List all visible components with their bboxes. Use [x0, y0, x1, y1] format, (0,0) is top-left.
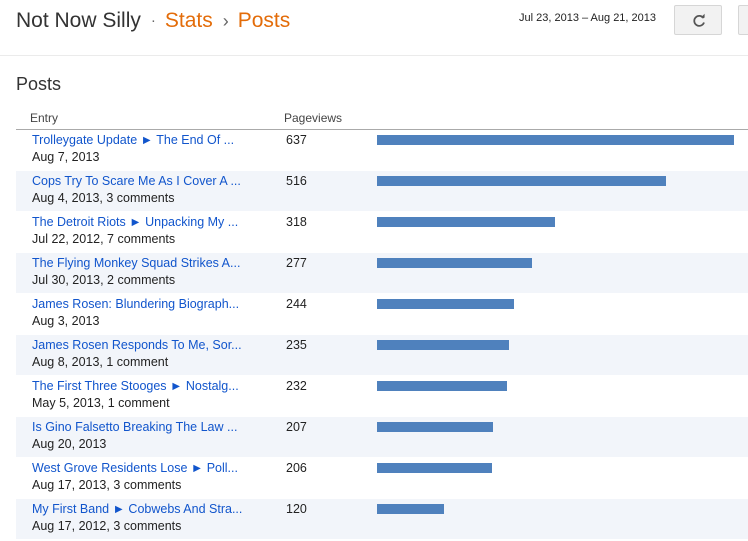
blog-name[interactable]: Not Now Silly [16, 9, 141, 32]
post-title-link[interactable]: My First Band ► Cobwebs And Stra... [32, 502, 257, 516]
table-row: The Flying Monkey Squad Strikes A... Jul … [16, 253, 748, 294]
pageview-count: 207 [286, 420, 307, 434]
post-meta: Aug 3, 2013 [32, 314, 100, 328]
breadcrumb-separator: › [222, 11, 229, 31]
pageview-bar [377, 422, 493, 432]
table-row: Cops Try To Scare Me As I Cover A ... Aug… [16, 171, 748, 212]
post-title-link[interactable]: Cops Try To Scare Me As I Cover A ... [32, 174, 257, 188]
post-meta: Aug 17, 2013, 3 comments [32, 478, 182, 492]
table-row: Trolleygate Update ► The End Of ... Aug 7… [16, 130, 748, 171]
pageview-count: 232 [286, 379, 307, 393]
post-title-link[interactable]: The Flying Monkey Squad Strikes A... [32, 256, 257, 270]
post-meta: Aug 17, 2012, 3 comments [32, 519, 182, 533]
table-header: Entry Pageviews [16, 107, 748, 130]
breadcrumb-dot: · [150, 12, 156, 29]
pageview-count: 235 [286, 338, 307, 352]
refresh-button[interactable] [674, 5, 722, 35]
breadcrumb-posts: Posts [237, 9, 291, 32]
column-header-pageviews: Pageviews [284, 111, 343, 125]
pageview-bar [377, 340, 509, 350]
table-row: The Detroit Riots ► Unpacking My ... Jul … [16, 212, 748, 253]
pageview-count: 637 [286, 133, 307, 147]
pageview-bar [377, 299, 514, 309]
pageview-count: 120 [286, 502, 307, 516]
table-row: My First Band ► Cobwebs And Stra... Aug 1… [16, 499, 748, 540]
post-title-link[interactable]: The First Three Stooges ► Nostalg... [32, 379, 257, 393]
posts-table: Entry Pageviews Trolleygate Update ► The… [16, 107, 748, 540]
pageview-count: 318 [286, 215, 307, 229]
table-row: James Rosen Responds To Me, Sor... Aug 8,… [16, 335, 748, 376]
post-meta: Aug 8, 2013, 1 comment [32, 355, 169, 369]
pageview-bar [377, 504, 444, 514]
post-meta: Jul 22, 2012, 7 comments [32, 232, 176, 246]
pageview-count: 244 [286, 297, 307, 311]
post-title-link[interactable]: West Grove Residents Lose ► Poll... [32, 461, 257, 475]
post-title-link[interactable]: Trolleygate Update ► The End Of ... [32, 133, 257, 147]
pageview-bar [377, 176, 666, 186]
post-title-link[interactable]: Is Gino Falsetto Breaking The Law ... [32, 420, 257, 434]
breadcrumb-stats[interactable]: Stats [165, 9, 213, 32]
pageview-count: 206 [286, 461, 307, 475]
table-row: West Grove Residents Lose ► Poll... Aug 1… [16, 458, 748, 499]
date-range: Jul 23, 2013 – Aug 21, 2013 [519, 12, 657, 24]
pageview-bar [377, 258, 532, 268]
pageview-bar [377, 463, 492, 473]
column-header-entry: Entry [30, 111, 59, 125]
post-meta: Aug 7, 2013 [32, 150, 100, 164]
post-meta: Aug 4, 2013, 3 comments [32, 191, 175, 205]
table-row: James Rosen: Blundering Biograph... Aug 3… [16, 294, 748, 335]
section-title: Posts [16, 74, 62, 94]
post-meta: May 5, 2013, 1 comment [32, 396, 170, 410]
pageview-count: 277 [286, 256, 307, 270]
breadcrumb: Not Now Silly · Stats › Posts [16, 8, 290, 36]
table-body: Trolleygate Update ► The End Of ... Aug 7… [16, 130, 748, 540]
pageview-count: 516 [286, 174, 307, 188]
table-row: The First Three Stooges ► Nostalg... May … [16, 376, 748, 417]
post-title-link[interactable]: James Rosen Responds To Me, Sor... [32, 338, 257, 352]
post-meta: Jul 30, 2013, 2 comments [32, 273, 176, 287]
pageview-bar [377, 135, 734, 145]
pageview-bar [377, 381, 507, 391]
post-meta: Aug 20, 2013 [32, 437, 107, 451]
table-row: Is Gino Falsetto Breaking The Law ... Aug… [16, 417, 748, 458]
post-title-link[interactable]: The Detroit Riots ► Unpacking My ... [32, 215, 257, 229]
refresh-icon [693, 13, 705, 27]
post-title-link[interactable]: James Rosen: Blundering Biograph... [32, 297, 257, 311]
pageview-bar [377, 217, 555, 227]
more-button[interactable] [738, 5, 748, 35]
header: Not Now Silly · Stats › Posts Jul 23, 2013 –… [0, 0, 748, 56]
